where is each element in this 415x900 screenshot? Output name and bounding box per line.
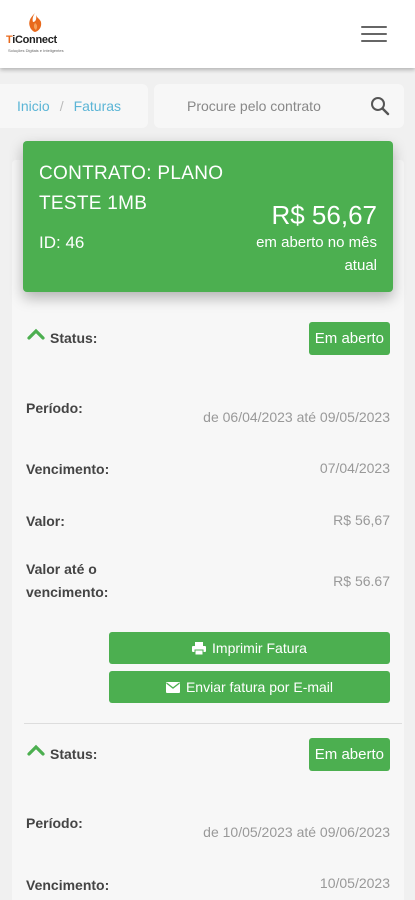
breadcrumb-current-link[interactable]: Faturas	[74, 98, 121, 114]
amount-value: R$ 56,67	[333, 512, 390, 528]
period-label: Período:	[26, 400, 83, 416]
top-bar: TiConnect Soluções Digitais e Inteligent…	[0, 0, 415, 68]
amount-until-due-value: R$ 56.67	[333, 573, 390, 589]
due-date-label: Vencimento:	[26, 461, 110, 477]
breadcrumb-separator: /	[59, 98, 64, 114]
period-value: de 10/05/2023 até 09/06/2023	[203, 824, 390, 840]
search-icon[interactable]	[370, 96, 390, 116]
contract-search-input[interactable]	[154, 84, 364, 128]
status-label: Status:	[50, 330, 98, 346]
print-invoice-label: Imprimir Fatura	[212, 640, 307, 656]
breadcrumb-home-link[interactable]: Inicio	[17, 98, 50, 114]
email-invoice-button[interactable]: Enviar fatura por E-mail	[109, 671, 390, 703]
period-value: de 06/04/2023 até 09/05/2023	[203, 409, 390, 425]
amount-until-due-label: Valor até o vencimento:	[26, 561, 109, 600]
contract-amount-caption: em aberto no mês atual	[256, 234, 377, 274]
contract-id: ID: 46	[39, 233, 85, 252]
chevron-up-icon[interactable]	[26, 327, 46, 341]
status-badge: Em aberto	[308, 738, 390, 771]
due-date-value: 10/05/2023	[319, 875, 390, 891]
due-date-value: 07/04/2023	[319, 460, 390, 476]
contract-open-amount: R$ 56,67	[271, 200, 377, 230]
logo-wordmark: TiConnect	[6, 34, 57, 46]
logo-tagline: Soluções Digitais e Inteligentes	[8, 48, 64, 53]
breadcrumb: Inicio / Faturas	[0, 84, 148, 128]
contract-search-box	[154, 84, 404, 128]
status-badge: Em aberto	[308, 322, 390, 355]
due-date-label: Vencimento:	[26, 877, 110, 893]
chevron-up-icon[interactable]	[26, 743, 46, 757]
print-invoice-button[interactable]: Imprimir Fatura	[109, 632, 390, 664]
envelope-icon	[165, 681, 180, 693]
email-invoice-label: Enviar fatura por E-mail	[185, 679, 334, 695]
period-label: Período:	[26, 815, 83, 831]
status-label: Status:	[50, 746, 98, 762]
amount-label: Valor:	[26, 513, 65, 529]
printer-icon	[192, 641, 207, 655]
contract-summary-card: CONTRATO: PLANO TESTE 1MB ID: 46 R$ 56,6…	[23, 141, 393, 292]
contract-name: CONTRATO: PLANO TESTE 1MB	[39, 163, 224, 214]
hamburger-icon[interactable]	[361, 26, 387, 42]
invoice-divider	[24, 723, 402, 724]
flame-logo-icon	[29, 13, 42, 32]
ticonnect-logo[interactable]: TiConnect Soluções Digitais e Inteligent…	[6, 10, 64, 56]
